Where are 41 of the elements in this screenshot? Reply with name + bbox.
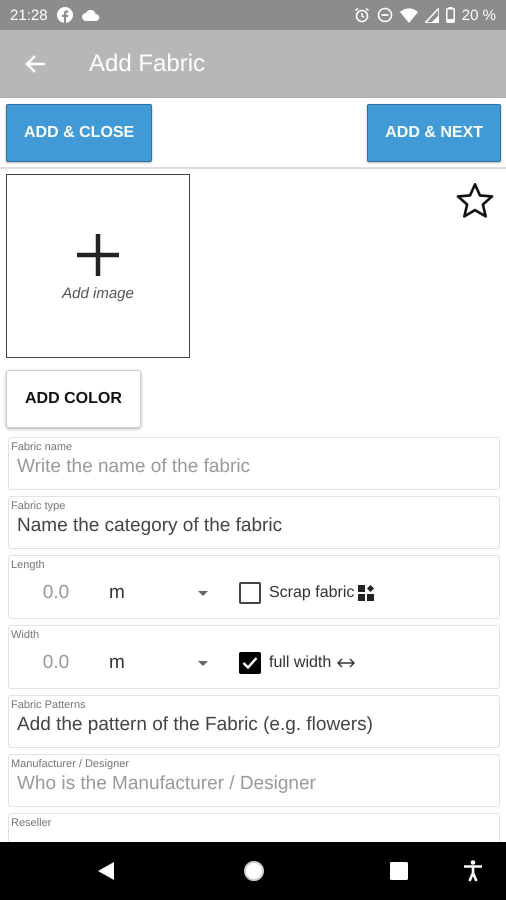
field-label: Width bbox=[11, 629, 40, 642]
text-field[interactable]: Fabric type Name the category of the fabric bbox=[8, 496, 500, 549]
field-label: Reseller bbox=[11, 817, 52, 830]
checkbox[interactable]: full width bbox=[239, 652, 332, 674]
field-label: Fabric Patterns bbox=[11, 699, 87, 712]
do-not-disturb-icon bbox=[376, 7, 393, 23]
caret-icon bbox=[197, 660, 209, 666]
text-input[interactable]: Add the pattern of the Fabric (e.g. flowers) bbox=[11, 712, 493, 739]
clock: 21:28 bbox=[10, 6, 48, 24]
wifi-icon bbox=[400, 8, 418, 22]
text-input[interactable]: Write the name of the fabric bbox=[11, 454, 493, 481]
field-label: Fabric name bbox=[11, 441, 74, 454]
checkmark-icon bbox=[242, 656, 258, 670]
back-nav-button[interactable] bbox=[98, 862, 114, 880]
number-input-field[interactable]: 0.0 bbox=[11, 652, 101, 674]
field-label: Fabric type bbox=[11, 500, 66, 513]
facebook-icon bbox=[56, 7, 73, 23]
signal-icon bbox=[424, 8, 439, 22]
unit-dropdown[interactable]: m bbox=[109, 578, 209, 608]
text-field[interactable]: Fabric name Write the name of the fabric bbox=[8, 437, 500, 490]
text-field[interactable]: Manufacturer / Designer Who is the Manufacturer / Designer bbox=[8, 754, 500, 807]
text-field[interactable]: Fabric Patterns Add the pattern of the Fabric (e.g. flowers) bbox=[8, 695, 500, 748]
alarm-icon bbox=[354, 7, 370, 23]
checkbox[interactable]: Scrap fabric bbox=[239, 582, 354, 604]
accessibility-button[interactable] bbox=[463, 860, 483, 882]
caret-icon bbox=[197, 590, 209, 596]
horizontal-arrows-icon bbox=[337, 658, 356, 668]
battery-icon bbox=[446, 7, 455, 23]
text-input[interactable]: Who is the Manufacturer / Designer bbox=[11, 771, 493, 798]
number-input-field[interactable]: 0.0 bbox=[11, 582, 101, 604]
add-color-button[interactable]: ADD COLOR bbox=[6, 370, 141, 428]
field-label: Length bbox=[11, 559, 46, 572]
home-button[interactable] bbox=[243, 860, 265, 882]
add-image-button[interactable]: Add image bbox=[6, 174, 190, 358]
field-label: Manufacturer / Designer bbox=[11, 758, 130, 771]
screen-title: Add Fabric bbox=[89, 50, 206, 78]
text-input[interactable]: Name the category of the fabric bbox=[11, 513, 493, 540]
battery-percent: 20 % bbox=[462, 6, 496, 24]
scrap-pieces-icon bbox=[358, 585, 374, 601]
cloud-icon bbox=[82, 10, 100, 20]
unit-dropdown[interactable]: m bbox=[109, 648, 209, 678]
